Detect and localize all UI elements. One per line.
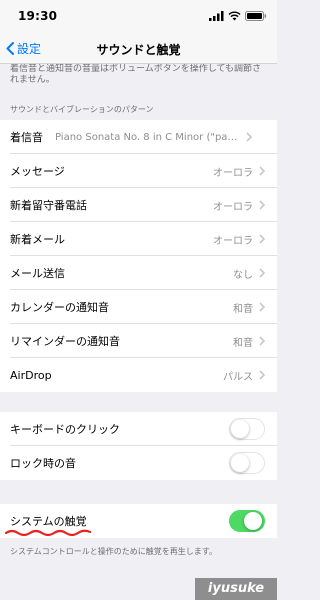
chevron-right-icon [259,234,265,244]
row-label: キーボードのクリック [10,423,120,436]
sent-mail-tone-row[interactable]: メール送信 なし [0,256,277,290]
battery-icon [245,11,267,21]
row-label: 新着メール [10,233,65,246]
row-label: ロック時の音 [10,457,76,470]
calendar-alert-row[interactable]: カレンダーの通知音 和音 [0,290,277,324]
status-time: 19:30 [18,9,58,23]
row-label: 着信音 [10,131,43,144]
row-value: 和音 [233,337,253,349]
row-label: メッセージ [10,165,65,178]
message-tone-row[interactable]: メッセージ オーロラ [0,154,277,188]
navigation-bar: 設定 サウンドと触覚 [0,34,277,64]
lock-sound-toggle[interactable] [229,452,265,474]
row-label: 新着留守番電話 [10,199,87,212]
chevron-right-icon [259,370,265,380]
row-value: オーロラ [213,167,253,179]
row-label: リマインダーの通知音 [10,335,120,348]
lock-sound-row: ロック時の音 [0,446,277,480]
page-title: サウンドと触覚 [96,43,181,57]
chevron-right-icon [246,132,252,142]
row-label: カレンダーの通知音 [10,301,109,314]
row-value: Piano Sonata No. 8 in C Minor ("pathetiq… [55,131,240,143]
row-value: パルス [223,371,253,383]
signal-icon [209,11,224,21]
row-label: AirDrop [10,368,52,382]
voicemail-tone-row[interactable]: 新着留守番電話 オーロラ [0,188,277,222]
toggle-knob [230,453,249,472]
keyboard-clicks-row: キーボードのクリック [0,412,277,446]
wifi-icon [228,11,241,21]
watermark-logo: iyusuke [195,578,277,600]
status-bar: 19:30 [0,0,277,34]
row-value: 和音 [233,303,253,315]
airdrop-tone-row[interactable]: AirDrop パルス [0,358,277,392]
row-label: メール送信 [10,267,65,280]
chevron-right-icon [259,302,265,312]
row-value: なし [233,269,253,281]
toggle-knob [230,419,249,438]
status-icons [209,10,267,22]
new-mail-tone-row[interactable]: 新着メール オーロラ [0,222,277,256]
red-underline-annotation [4,529,92,536]
chevron-right-icon [259,200,265,210]
toggle-knob [244,511,262,530]
row-value: オーロラ [213,235,253,247]
reminder-alert-row[interactable]: リマインダーの通知音 和音 [0,324,277,358]
row-value: オーロラ [213,201,253,213]
ringtone-row[interactable]: 着信音 Piano Sonata No. 8 in C Minor ("path… [0,120,277,154]
volume-note: 着信音と通知音の音量はボリュームボタンを操作しても調節されません。 [10,64,262,85]
row-label: システムの触覚 [10,515,87,528]
chevron-right-icon [259,166,265,176]
keyboard-clicks-toggle[interactable] [229,418,265,440]
chevron-right-icon [259,336,265,346]
click-sounds-group: キーボードのクリック ロック時の音 [0,412,277,480]
patterns-section-header: サウンドとバイブレーションのパターン [10,105,154,114]
haptics-footer-note: システムコントロールと操作のために触覚を再生します。 [10,547,217,556]
chevron-right-icon [259,268,265,278]
sound-patterns-group: 着信音 Piano Sonata No. 8 in C Minor ("path… [0,120,277,392]
system-haptics-toggle[interactable] [229,510,265,532]
